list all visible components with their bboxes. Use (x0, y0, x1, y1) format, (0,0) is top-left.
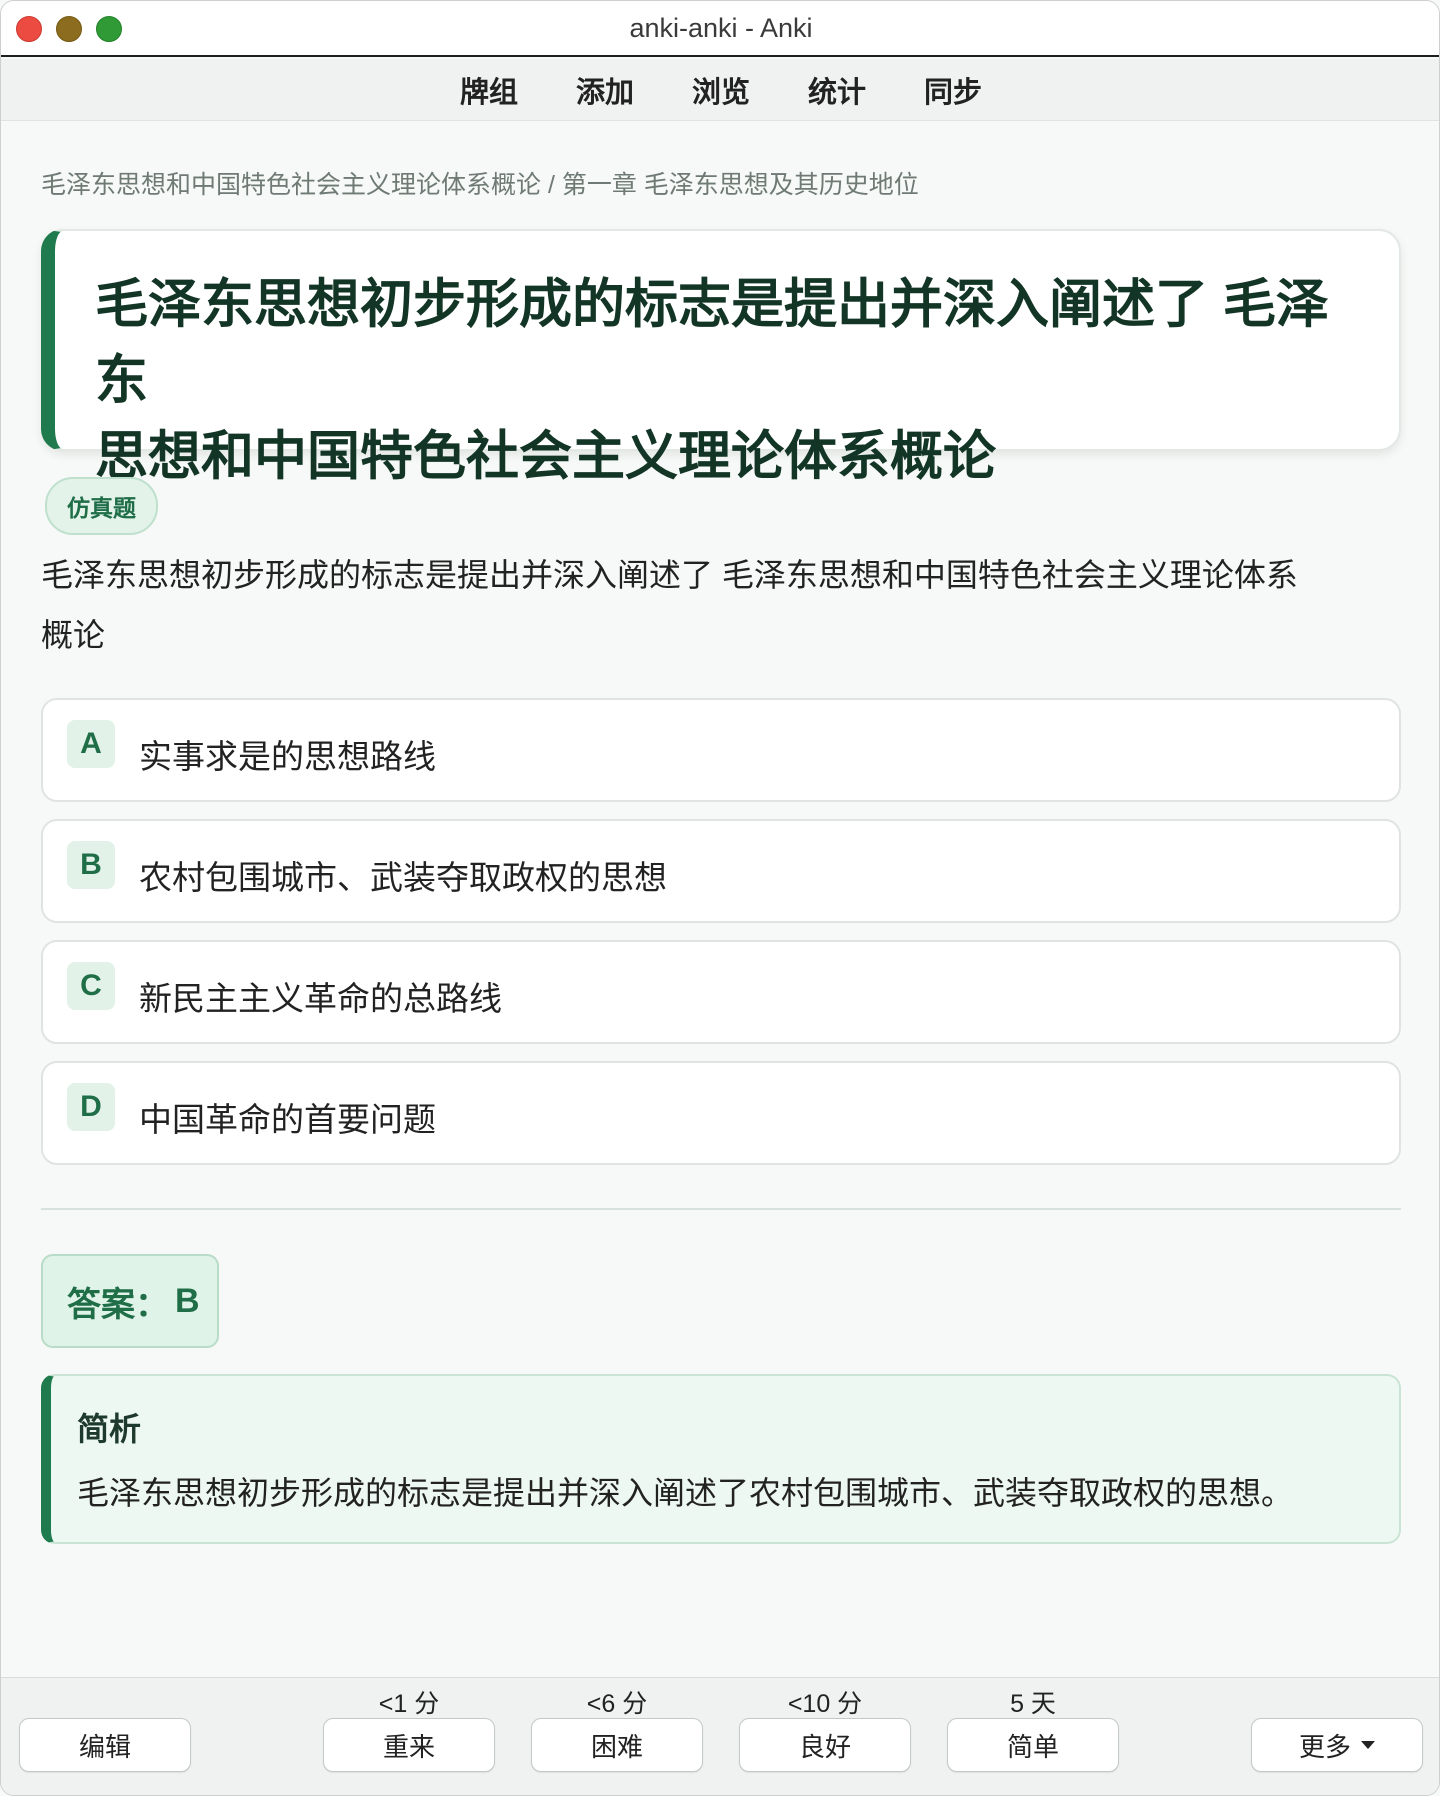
chevron-down-icon (1361, 1741, 1375, 1749)
answer-label: 答案： (67, 1285, 169, 1324)
toolbar-browse[interactable]: 浏览 (692, 69, 750, 111)
edit-button[interactable]: 编辑 (19, 1718, 191, 1772)
again-interval: <1 分 (378, 1690, 440, 1718)
question-line-1: 毛泽东思想初步形成的标志是提出并深入阐述了 毛泽东思想和中国特色社会主义理论体系 (41, 557, 1298, 593)
option-b[interactable]: B 农村包围城市、武装夺取政权的思想 (41, 819, 1401, 923)
easy-button[interactable]: 简单 (947, 1718, 1119, 1772)
divider (41, 1208, 1401, 1210)
analysis-box: 简析 毛泽东思想初步形成的标志是提出并深入阐述了农村包围城市、武装夺取政权的思想… (41, 1374, 1401, 1544)
answer-value: B (175, 1281, 200, 1320)
toolbar-decks[interactable]: 牌组 (460, 69, 518, 111)
question-text: 毛泽东思想初步形成的标志是提出并深入阐述了 毛泽东思想和中国特色社会主义理论体系… (41, 545, 1421, 665)
answer-box: 答案： B (41, 1254, 219, 1348)
again-button[interactable]: 重来 (323, 1718, 495, 1772)
option-text: 实事求是的思想路线 (139, 738, 436, 775)
hard-interval: <6 分 (586, 1690, 648, 1718)
question-type-badge: 仿真题 (45, 477, 158, 535)
option-letter: D (67, 1083, 115, 1131)
more-label: 更多 (1298, 1731, 1351, 1762)
good-interval: <10 分 (787, 1690, 863, 1718)
question-line-2: 概论 (41, 617, 106, 653)
option-text: 中国革命的首要问题 (139, 1101, 436, 1138)
option-letter: A (67, 720, 115, 768)
more-button[interactable]: 更多 (1251, 1718, 1423, 1772)
toolbar-stats[interactable]: 统计 (808, 69, 866, 111)
option-d[interactable]: D 中国革命的首要问题 (41, 1061, 1401, 1165)
main-toolbar: 牌组 添加 浏览 统计 同步 (1, 59, 1439, 121)
question-card: 毛泽东思想初步形成的标志是提出并深入阐述了 毛泽东 思想和中国特色社会主义理论体… (41, 229, 1401, 486)
option-letter: B (67, 841, 115, 889)
analysis-text: 毛泽东思想初步形成的标志是提出并深入阐述了农村包围城市、武装夺取政权的思想。 (77, 1475, 1294, 1511)
anki-window: anki-anki - Anki 牌组 添加 浏览 统计 同步 毛泽东思想和中国… (0, 0, 1440, 1796)
hard-button[interactable]: 困难 (531, 1718, 703, 1772)
review-bottom-bar: 编辑 <1 分 重来 <6 分 困难 <10 分 良好 5 天 简单 更多 (1, 1677, 1439, 1795)
easy-interval: 5 天 (1010, 1690, 1056, 1718)
good-button[interactable]: 良好 (739, 1718, 911, 1772)
option-text: 农村包围城市、武装夺取政权的思想 (139, 859, 667, 896)
option-a[interactable]: A 实事求是的思想路线 (41, 698, 1401, 802)
breadcrumb: 毛泽东思想和中国特色社会主义理论体系概论 / 第一章 毛泽东思想及其历史地位 (41, 171, 919, 199)
option-letter: C (67, 962, 115, 1010)
analysis-title: 简析 (77, 1411, 142, 1447)
title-bar: anki-anki - Anki (1, 1, 1439, 57)
toolbar-sync[interactable]: 同步 (924, 69, 982, 111)
option-text: 新民主主义革命的总路线 (139, 980, 502, 1017)
window-title: anki-anki - Anki (629, 13, 813, 43)
card-title-line-2: 思想和中国特色社会主义理论体系概论 (95, 427, 996, 486)
toolbar-add[interactable]: 添加 (576, 69, 634, 111)
option-c[interactable]: C 新民主主义革命的总路线 (41, 940, 1401, 1044)
card-title-line-1: 毛泽东思想初步形成的标志是提出并深入阐述了 毛泽东 (95, 275, 1329, 410)
